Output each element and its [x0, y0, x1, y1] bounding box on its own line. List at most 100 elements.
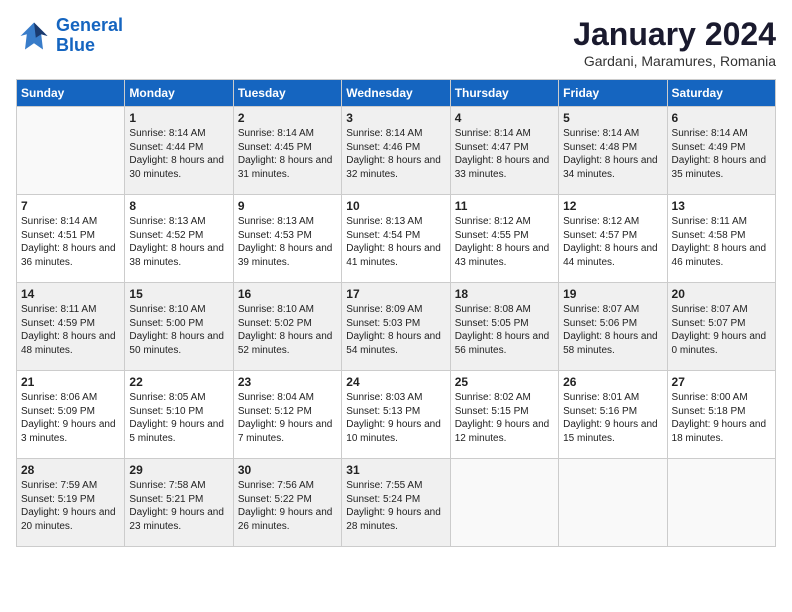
day-number: 14 [21, 287, 120, 301]
day-info: Sunrise: 8:12 AM Sunset: 4:57 PM Dayligh… [563, 215, 662, 269]
calendar-cell: 4 Sunrise: 8:14 AM Sunset: 4:47 PM Daylig… [450, 107, 558, 195]
day-number: 10 [346, 199, 445, 213]
day-info: Sunrise: 8:14 AM Sunset: 4:46 PM Dayligh… [346, 127, 445, 181]
calendar-cell: 14 Sunrise: 8:11 AM Sunset: 4:59 PM Dayli… [17, 283, 125, 371]
day-number: 1 [129, 111, 228, 125]
week-row-5: 28 Sunrise: 7:59 AM Sunset: 5:19 PM Dayli… [17, 459, 776, 547]
day-number: 7 [21, 199, 120, 213]
day-number: 28 [21, 463, 120, 477]
day-info: Sunrise: 7:59 AM Sunset: 5:19 PM Dayligh… [21, 479, 120, 533]
day-number: 4 [455, 111, 554, 125]
day-info: Sunrise: 8:06 AM Sunset: 5:09 PM Dayligh… [21, 391, 120, 445]
day-info: Sunrise: 8:11 AM Sunset: 4:58 PM Dayligh… [672, 215, 771, 269]
day-number: 3 [346, 111, 445, 125]
day-info: Sunrise: 8:03 AM Sunset: 5:13 PM Dayligh… [346, 391, 445, 445]
day-info: Sunrise: 8:14 AM Sunset: 4:45 PM Dayligh… [238, 127, 337, 181]
day-number: 27 [672, 375, 771, 389]
day-info: Sunrise: 8:07 AM Sunset: 5:07 PM Dayligh… [672, 303, 771, 357]
day-info: Sunrise: 7:58 AM Sunset: 5:21 PM Dayligh… [129, 479, 228, 533]
day-info: Sunrise: 8:14 AM Sunset: 4:51 PM Dayligh… [21, 215, 120, 269]
location: Gardani, Maramures, Romania [573, 53, 776, 69]
day-number: 15 [129, 287, 228, 301]
day-info: Sunrise: 8:13 AM Sunset: 4:54 PM Dayligh… [346, 215, 445, 269]
weekday-header-sunday: Sunday [17, 80, 125, 107]
calendar-cell: 19Sunrise: 8:07 AM Sunset: 5:06 PM Dayli… [559, 283, 667, 371]
week-row-3: 14 Sunrise: 8:11 AM Sunset: 4:59 PM Dayli… [17, 283, 776, 371]
calendar-cell: 13 Sunrise: 8:11 AM Sunset: 4:58 PM Dayli… [667, 195, 775, 283]
calendar-cell: 15Sunrise: 8:10 AM Sunset: 5:00 PM Dayli… [125, 283, 233, 371]
day-info: Sunrise: 8:14 AM Sunset: 4:48 PM Dayligh… [563, 127, 662, 181]
calendar-cell: 28 Sunrise: 7:59 AM Sunset: 5:19 PM Dayli… [17, 459, 125, 547]
week-row-2: 7 Sunrise: 8:14 AM Sunset: 4:51 PM Daylig… [17, 195, 776, 283]
day-info: Sunrise: 8:14 AM Sunset: 4:49 PM Dayligh… [672, 127, 771, 181]
weekday-header-wednesday: Wednesday [342, 80, 450, 107]
day-number: 20 [672, 287, 771, 301]
day-info: Sunrise: 8:09 AM Sunset: 5:03 PM Dayligh… [346, 303, 445, 357]
calendar-cell: 3 Sunrise: 8:14 AM Sunset: 4:46 PM Daylig… [342, 107, 450, 195]
weekday-header-tuesday: Tuesday [233, 80, 341, 107]
calendar-cell: 20 Sunrise: 8:07 AM Sunset: 5:07 PM Dayli… [667, 283, 775, 371]
day-number: 21 [21, 375, 120, 389]
calendar-cell: 5 Sunrise: 8:14 AM Sunset: 4:48 PM Daylig… [559, 107, 667, 195]
calendar-cell: 26Sunrise: 8:01 AM Sunset: 5:16 PM Dayli… [559, 371, 667, 459]
weekday-header-row: SundayMondayTuesdayWednesdayThursdayFrid… [17, 80, 776, 107]
day-number: 25 [455, 375, 554, 389]
day-info: Sunrise: 8:08 AM Sunset: 5:05 PM Dayligh… [455, 303, 554, 357]
day-number: 24 [346, 375, 445, 389]
logo-line1: General [56, 15, 123, 35]
day-number: 12 [563, 199, 662, 213]
calendar-cell: 10 Sunrise: 8:13 AM Sunset: 4:54 PM Dayli… [342, 195, 450, 283]
weekday-header-thursday: Thursday [450, 80, 558, 107]
weekday-header-monday: Monday [125, 80, 233, 107]
calendar-cell: 12 Sunrise: 8:12 AM Sunset: 4:57 PM Dayli… [559, 195, 667, 283]
title-block: January 2024 Gardani, Maramures, Romania [573, 16, 776, 69]
day-info: Sunrise: 8:01 AM Sunset: 5:16 PM Dayligh… [563, 391, 662, 445]
calendar-cell [17, 107, 125, 195]
calendar-cell: 6 Sunrise: 8:14 AM Sunset: 4:49 PM Daylig… [667, 107, 775, 195]
calendar-cell: 17Sunrise: 8:09 AM Sunset: 5:03 PM Dayli… [342, 283, 450, 371]
day-info: Sunrise: 8:14 AM Sunset: 4:47 PM Dayligh… [455, 127, 554, 181]
day-number: 23 [238, 375, 337, 389]
day-number: 5 [563, 111, 662, 125]
day-number: 11 [455, 199, 554, 213]
day-number: 8 [129, 199, 228, 213]
calendar-cell: 1 Sunrise: 8:14 AM Sunset: 4:44 PM Daylig… [125, 107, 233, 195]
calendar-cell: 24 Sunrise: 8:03 AM Sunset: 5:13 PM Dayli… [342, 371, 450, 459]
weekday-header-friday: Friday [559, 80, 667, 107]
calendar-cell: 11 Sunrise: 8:12 AM Sunset: 4:55 PM Dayli… [450, 195, 558, 283]
day-number: 22 [129, 375, 228, 389]
logo-text: General Blue [56, 16, 123, 56]
calendar-cell: 18 Sunrise: 8:08 AM Sunset: 5:05 PM Dayli… [450, 283, 558, 371]
calendar-cell: 27Sunrise: 8:00 AM Sunset: 5:18 PM Dayli… [667, 371, 775, 459]
day-info: Sunrise: 8:14 AM Sunset: 4:44 PM Dayligh… [129, 127, 228, 181]
day-info: Sunrise: 8:11 AM Sunset: 4:59 PM Dayligh… [21, 303, 120, 357]
day-info: Sunrise: 8:12 AM Sunset: 4:55 PM Dayligh… [455, 215, 554, 269]
calendar-cell [450, 459, 558, 547]
day-number: 29 [129, 463, 228, 477]
calendar-cell: 8 Sunrise: 8:13 AM Sunset: 4:52 PM Daylig… [125, 195, 233, 283]
day-info: Sunrise: 8:07 AM Sunset: 5:06 PM Dayligh… [563, 303, 662, 357]
day-number: 18 [455, 287, 554, 301]
day-info: Sunrise: 8:02 AM Sunset: 5:15 PM Dayligh… [455, 391, 554, 445]
day-info: Sunrise: 7:56 AM Sunset: 5:22 PM Dayligh… [238, 479, 337, 533]
day-info: Sunrise: 8:13 AM Sunset: 4:52 PM Dayligh… [129, 215, 228, 269]
week-row-1: 1 Sunrise: 8:14 AM Sunset: 4:44 PM Daylig… [17, 107, 776, 195]
day-number: 9 [238, 199, 337, 213]
day-number: 30 [238, 463, 337, 477]
calendar-cell: 22 Sunrise: 8:05 AM Sunset: 5:10 PM Dayli… [125, 371, 233, 459]
day-number: 13 [672, 199, 771, 213]
day-number: 2 [238, 111, 337, 125]
day-number: 31 [346, 463, 445, 477]
calendar-cell [667, 459, 775, 547]
calendar-cell: 9Sunrise: 8:13 AM Sunset: 4:53 PM Daylig… [233, 195, 341, 283]
weekday-header-saturday: Saturday [667, 80, 775, 107]
calendar-cell: 2 Sunrise: 8:14 AM Sunset: 4:45 PM Daylig… [233, 107, 341, 195]
calendar-cell: 30 Sunrise: 7:56 AM Sunset: 5:22 PM Dayli… [233, 459, 341, 547]
calendar-cell: 25 Sunrise: 8:02 AM Sunset: 5:15 PM Dayli… [450, 371, 558, 459]
day-info: Sunrise: 8:04 AM Sunset: 5:12 PM Dayligh… [238, 391, 337, 445]
calendar-cell: 29 Sunrise: 7:58 AM Sunset: 5:21 PM Dayli… [125, 459, 233, 547]
calendar-cell: 16Sunrise: 8:10 AM Sunset: 5:02 PM Dayli… [233, 283, 341, 371]
calendar: SundayMondayTuesdayWednesdayThursdayFrid… [16, 79, 776, 547]
day-info: Sunrise: 8:05 AM Sunset: 5:10 PM Dayligh… [129, 391, 228, 445]
day-number: 6 [672, 111, 771, 125]
